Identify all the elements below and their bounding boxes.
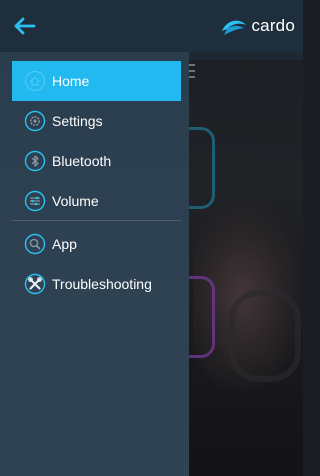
app-screen: cardo Home Settings Bluetooth Volume App… [0,0,303,476]
menu-label-settings: Settings [52,113,103,129]
volume-icon [24,190,46,212]
home-icon [24,70,46,92]
menu-item-volume[interactable]: Volume [12,181,181,221]
menu-label-home: Home [52,73,90,89]
background-wheel-shape [229,290,301,382]
brand: cardo [220,14,295,38]
menu-divider [12,220,181,221]
menu-label-troubleshooting: Troubleshooting [52,276,152,292]
bluetooth-icon [24,150,46,172]
brand-name: cardo [251,16,295,35]
menu-item-settings[interactable]: Settings [12,101,181,141]
menu-label-volume: Volume [52,193,99,209]
menu-item-home[interactable]: Home [12,61,181,101]
background-app-content [149,0,303,476]
app-icon [24,233,46,255]
arrow-left-icon[interactable] [12,16,36,36]
menu-label-bluetooth: Bluetooth [52,153,112,169]
menu-item-bluetooth[interactable]: Bluetooth [12,141,181,181]
menu-item-troubleshooting[interactable]: Troubleshooting [12,264,181,304]
top-bar: cardo [0,0,303,52]
navigation-drawer: Home Settings Bluetooth Volume App Troub… [0,52,189,476]
background-menu-icon [189,64,195,78]
cardo-logo-icon [222,20,247,35]
troubleshooting-icon [24,273,46,295]
menu-item-app[interactable]: App [12,224,181,264]
settings-icon [24,110,46,132]
menu-label-app: App [52,236,77,252]
